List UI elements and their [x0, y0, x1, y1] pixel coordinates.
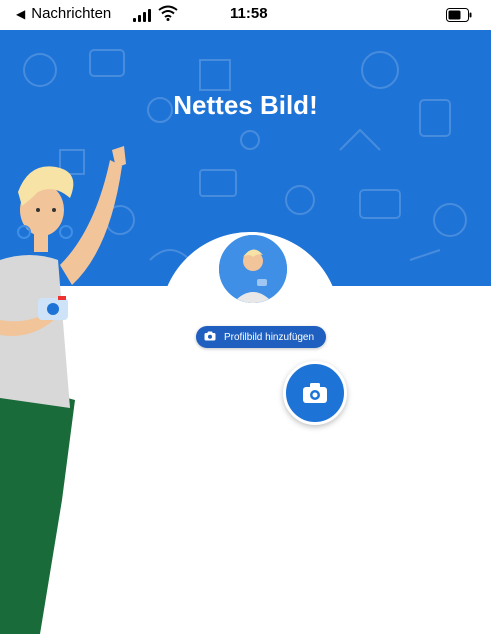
avatar-illustration [219, 235, 287, 303]
add-profile-photo-label: Profilbild hinzufügen [224, 331, 315, 343]
camera-icon [303, 383, 327, 403]
signal-icon [133, 9, 151, 22]
status-time: 11:58 [230, 5, 268, 22]
battery-icon [446, 8, 472, 26]
back-label: Nachrichten [31, 5, 112, 22]
back-to-app[interactable]: ◀ Nachrichten [16, 5, 111, 22]
add-profile-photo-button[interactable]: Profilbild hinzufügen [196, 326, 327, 348]
camera-icon [204, 331, 216, 344]
wifi-icon [158, 5, 178, 25]
person-illustration [0, 146, 126, 634]
camera-button[interactable] [283, 361, 347, 425]
hero-title: Nettes Bild! [173, 90, 318, 120]
profile-avatar[interactable] [216, 232, 290, 306]
back-arrow-icon: ◀ [16, 6, 26, 21]
status-bar: ◀ Nachrichten 11:58 [0, 0, 491, 30]
